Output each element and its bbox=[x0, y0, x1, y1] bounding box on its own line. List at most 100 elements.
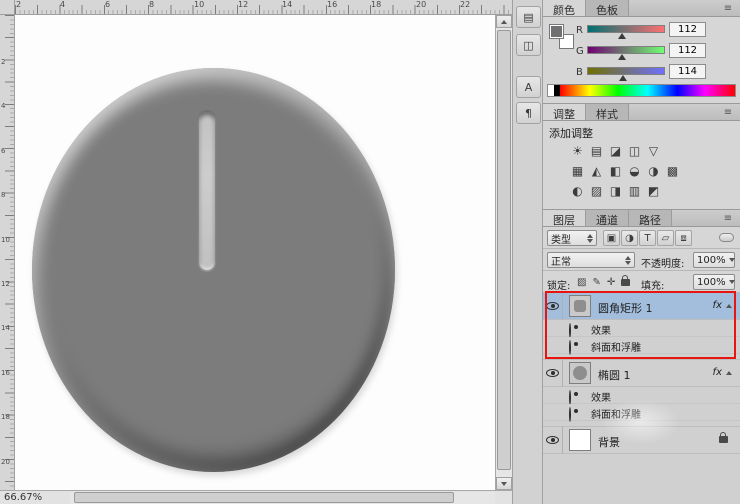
eye-icon[interactable] bbox=[546, 369, 559, 377]
fill-dropdown[interactable]: 100% bbox=[693, 274, 735, 290]
layer-name[interactable]: 圆角矩形 1 bbox=[598, 300, 653, 316]
blue-slider[interactable] bbox=[587, 67, 665, 75]
visibility-cell[interactable] bbox=[543, 427, 563, 453]
scroll-down-icon[interactable] bbox=[496, 477, 512, 490]
layer-thumbnail[interactable] bbox=[569, 362, 591, 384]
visibility-cell[interactable] bbox=[543, 293, 563, 319]
slider-thumb[interactable] bbox=[619, 75, 627, 81]
opacity-dropdown[interactable]: 100% bbox=[693, 252, 735, 268]
ruler-number: 6 bbox=[1, 147, 5, 155]
eye-icon[interactable] bbox=[569, 407, 571, 422]
panel-menu-icon[interactable]: ≡ bbox=[720, 107, 736, 118]
layer-name[interactable]: 背景 bbox=[598, 434, 620, 450]
eye-icon[interactable] bbox=[546, 436, 559, 444]
layer-row-background[interactable]: 背景 bbox=[543, 427, 740, 454]
green-channel-label: G bbox=[576, 46, 584, 57]
filter-pixel-layers-icon[interactable]: ▣ bbox=[603, 230, 620, 246]
black-white-icon[interactable]: ◧ bbox=[607, 162, 624, 179]
blue-value-input[interactable] bbox=[669, 64, 706, 79]
gradient-map-icon[interactable]: ▥ bbox=[626, 182, 643, 199]
foreground-background-swatches[interactable] bbox=[547, 22, 577, 52]
layer-name[interactable]: 椭圆 1 bbox=[598, 367, 631, 383]
fx-badge[interactable]: fx bbox=[713, 300, 722, 311]
rainbow-ramp[interactable] bbox=[560, 85, 735, 96]
collapse-effects-icon[interactable] bbox=[726, 371, 732, 375]
invert-icon[interactable]: ◐ bbox=[569, 182, 586, 199]
lock-all-icon[interactable] bbox=[621, 279, 630, 286]
eye-icon[interactable] bbox=[546, 302, 559, 310]
scrollbar-thumb[interactable] bbox=[497, 30, 511, 470]
panel-menu-icon[interactable]: ≡ bbox=[720, 3, 736, 14]
glyph: ◑ bbox=[648, 164, 658, 178]
tab-channels[interactable]: 通道 bbox=[586, 210, 629, 226]
levels-icon[interactable]: ▤ bbox=[588, 142, 605, 159]
bevel-emboss-row[interactable]: 斜面和浮雕 bbox=[543, 404, 740, 421]
scroll-up-icon[interactable] bbox=[496, 15, 512, 28]
filter-type-layers-icon[interactable]: T bbox=[639, 230, 656, 246]
panel-menu-icon[interactable]: ≡ bbox=[720, 213, 736, 224]
effects-row[interactable]: 效果 bbox=[543, 387, 740, 404]
paragraph-panel-icon[interactable]: ¶ bbox=[516, 102, 541, 124]
layer-filtering-toggle[interactable] bbox=[719, 233, 734, 242]
lock-pixels-icon[interactable]: ✎ bbox=[592, 277, 600, 288]
visibility-cell[interactable] bbox=[543, 360, 563, 386]
tab-adjustments[interactable]: 调整 bbox=[543, 104, 586, 120]
filter-kind-dropdown[interactable]: 类型 bbox=[547, 230, 597, 246]
fx-badge[interactable]: fx bbox=[713, 367, 722, 378]
bevel-emboss-row[interactable]: 斜面和浮雕 bbox=[543, 337, 740, 354]
horizontal-scrollbar[interactable] bbox=[70, 492, 495, 504]
slider-thumb[interactable] bbox=[618, 54, 626, 60]
effects-row[interactable]: 效果 bbox=[543, 320, 740, 337]
layer-row-rounded-rectangle-1[interactable]: 圆角矩形 1 fx bbox=[543, 293, 740, 320]
colors-tabbar: 颜色 色板 ≡ bbox=[543, 0, 740, 17]
channel-mixer-icon[interactable]: ◑ bbox=[645, 162, 662, 179]
color-spectrum-ramp[interactable] bbox=[547, 84, 736, 97]
vibrance-icon[interactable]: ▽ bbox=[645, 142, 662, 159]
red-value-input[interactable] bbox=[669, 22, 706, 37]
layer-row-ellipse-1[interactable]: 椭圆 1 fx bbox=[543, 360, 740, 387]
collapse-effects-icon[interactable] bbox=[726, 304, 732, 308]
vertical-scrollbar[interactable] bbox=[495, 15, 512, 490]
slider-thumb[interactable] bbox=[618, 33, 626, 39]
tab-swatches[interactable]: 色板 bbox=[586, 0, 629, 16]
selective-color-icon[interactable]: ◩ bbox=[645, 182, 662, 199]
eye-icon[interactable] bbox=[569, 390, 571, 405]
lock-position-icon[interactable]: ✛ bbox=[607, 277, 615, 288]
color-lookup-icon[interactable]: ▩ bbox=[664, 162, 681, 179]
green-value-input[interactable] bbox=[669, 43, 706, 58]
filter-shape-layers-icon[interactable]: ▱ bbox=[657, 230, 674, 246]
hue-saturation-icon[interactable]: ▦ bbox=[569, 162, 586, 179]
eye-icon[interactable] bbox=[569, 323, 571, 338]
brightness-contrast-icon[interactable]: ☀ bbox=[569, 142, 586, 159]
layer-thumbnail[interactable] bbox=[569, 429, 591, 451]
filter-smart-objects-icon[interactable]: ⧈ bbox=[675, 230, 692, 246]
photo-filter-icon[interactable]: ◒ bbox=[626, 162, 643, 179]
bevel-emboss-label: 斜面和浮雕 bbox=[591, 406, 641, 421]
exposure-icon[interactable]: ◫ bbox=[626, 142, 643, 159]
layer-thumbnail[interactable] bbox=[569, 295, 591, 317]
foreground-color-swatch[interactable] bbox=[549, 24, 564, 39]
dock-panel-icon-2[interactable]: ◫ bbox=[516, 34, 541, 56]
posterize-icon[interactable]: ▨ bbox=[588, 182, 605, 199]
tab-paths[interactable]: 路径 bbox=[629, 210, 672, 226]
horizontal-ruler[interactable]: 2 4 6 8 10 12 14 16 18 20 22 bbox=[15, 0, 512, 15]
vertical-ruler[interactable]: 2 4 6 8 10 12 14 16 18 20 bbox=[0, 15, 15, 490]
dock-panel-icon-1[interactable]: ▤ bbox=[516, 6, 541, 28]
lock-transparency-icon[interactable]: ▨ bbox=[577, 277, 586, 288]
ruler-origin-corner[interactable] bbox=[0, 0, 15, 15]
tab-layers[interactable]: 图层 bbox=[543, 210, 586, 226]
eye-icon[interactable] bbox=[569, 340, 571, 355]
document-canvas[interactable] bbox=[15, 15, 495, 490]
tab-styles[interactable]: 样式 bbox=[586, 104, 629, 120]
tab-colors[interactable]: 颜色 bbox=[543, 0, 586, 16]
red-slider[interactable] bbox=[587, 25, 665, 33]
curves-icon[interactable]: ◪ bbox=[607, 142, 624, 159]
color-balance-icon[interactable]: ◭ bbox=[588, 162, 605, 179]
green-slider[interactable] bbox=[587, 46, 665, 54]
character-panel-icon[interactable]: A bbox=[516, 76, 541, 98]
fill-value: 100% bbox=[697, 277, 726, 288]
threshold-icon[interactable]: ◨ bbox=[607, 182, 624, 199]
filter-adjustment-layers-icon[interactable]: ◑ bbox=[621, 230, 638, 246]
scrollbar-thumb[interactable] bbox=[74, 492, 454, 503]
blend-mode-dropdown[interactable]: 正常 bbox=[547, 252, 635, 268]
